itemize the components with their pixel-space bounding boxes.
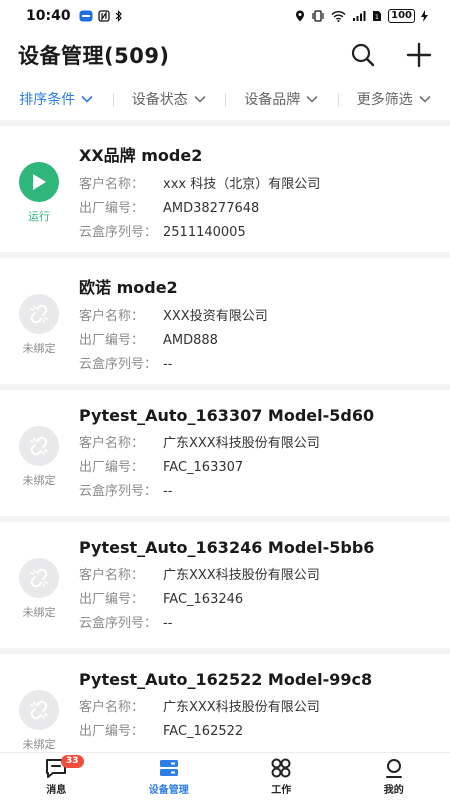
device-name: 欧诺 mode2 [79, 278, 178, 297]
status-bar: 10:40 1 100 [0, 0, 450, 32]
customer-row: 客户名称： 广东XXX科技股份有限公司 [79, 696, 440, 720]
message-count-badge: 33 [61, 755, 84, 768]
cloud-sn-row: 云盒序列号： -- [79, 612, 440, 636]
app-notification-icon [79, 10, 93, 22]
device-name: Pytest_Auto_163307 Model-5d60 [79, 406, 375, 425]
work-grid-icon [271, 758, 291, 778]
unlink-icon [30, 700, 48, 720]
customer-row: 客户名称： XXX投资有限公司 [79, 305, 440, 329]
factory-no-row: 出厂编号： AMD888 [79, 329, 440, 353]
device-card[interactable]: 运行 XX品牌 mode2 客户名称： xxx 科技（北京）有限公司 出厂编号：… [0, 126, 450, 252]
device-name: Pytest_Auto_162522 Model-99c8 [79, 670, 373, 689]
profile-icon [385, 759, 402, 778]
wifi-icon [331, 11, 346, 22]
cloud-sn-row: 云盒序列号： -- [79, 353, 440, 377]
customer-name: xxx 科技（北京）有限公司 [163, 177, 321, 192]
chevron-down-icon [194, 95, 206, 103]
customer-name: 广东XXX科技股份有限公司 [163, 700, 320, 715]
status-label: 未绑定 [22, 342, 56, 355]
signal-icon [353, 11, 366, 21]
status-label: 未绑定 [22, 738, 56, 751]
sim-icon: 1 [373, 11, 382, 21]
device-status-badge[interactable]: 未绑定 [18, 294, 60, 356]
tab-messages[interactable]: 33 消息 [0, 753, 113, 800]
factory-no-row: 出厂编号： FAC_163246 [79, 588, 440, 612]
customer-name: XXX投资有限公司 [163, 309, 268, 324]
status-time: 10:40 [26, 8, 71, 24]
battery-level: 100 [388, 9, 415, 23]
customer-name: 广东XXX科技股份有限公司 [163, 436, 320, 451]
svg-text:1: 1 [375, 14, 379, 21]
factory-no: FAC_163307 [163, 460, 244, 475]
device-status-badge[interactable]: 运行 [18, 162, 60, 224]
location-icon [296, 10, 305, 22]
device-card[interactable]: 未绑定 欧诺 mode2 客户名称： XXX投资有限公司 出厂编号： AMD88… [0, 258, 450, 384]
factory-no: FAC_163246 [163, 592, 244, 607]
cloud-sn: -- [163, 616, 173, 631]
add-device-icon[interactable] [406, 42, 432, 68]
factory-no-row: 出厂编号： AMD38277648 [79, 197, 440, 221]
customer-row: 客户名称： xxx 科技（北京）有限公司 [79, 173, 440, 197]
charging-icon [421, 10, 428, 22]
play-icon [33, 174, 46, 190]
filter-bar: 排序条件 设备状态 设备品牌 更多筛选 [0, 78, 450, 120]
cloud-sn: 2511140005 [163, 225, 246, 240]
factory-no: FAC_162522 [163, 724, 244, 739]
unlink-icon [30, 436, 48, 456]
app-header: 设备管理(509) [0, 32, 450, 78]
page-title: 设备管理(509) [18, 44, 170, 68]
bottom-tab-bar: 33 消息 设备管理 工作 我的 [0, 752, 450, 800]
bluetooth-icon [115, 10, 122, 22]
tab-device-management[interactable]: 设备管理 [113, 753, 226, 800]
tab-work[interactable]: 工作 [225, 753, 338, 800]
status-label: 未绑定 [22, 474, 56, 487]
chevron-down-icon [306, 95, 318, 103]
filter-more[interactable]: 更多筛选 [337, 89, 450, 109]
chevron-down-icon [419, 95, 431, 103]
unlink-icon [30, 568, 48, 588]
customer-row: 客户名称： 广东XXX科技股份有限公司 [79, 432, 440, 456]
factory-no-row: 出厂编号： FAC_162522 [79, 720, 440, 744]
device-status-badge[interactable]: 未绑定 [18, 426, 60, 488]
device-status-badge[interactable]: 未绑定 [18, 690, 60, 752]
device-card[interactable]: 未绑定 Pytest_Auto_163246 Model-5bb6 客户名称： … [0, 522, 450, 648]
chevron-down-icon [81, 95, 93, 103]
status-label: 未绑定 [22, 606, 56, 619]
cloud-sn: -- [163, 357, 173, 372]
customer-name: 广东XXX科技股份有限公司 [163, 568, 320, 583]
device-card[interactable]: 未绑定 Pytest_Auto_163307 Model-5d60 客户名称： … [0, 390, 450, 516]
filter-device-status[interactable]: 设备状态 [112, 89, 226, 109]
device-name: Pytest_Auto_163246 Model-5bb6 [79, 538, 375, 557]
customer-row: 客户名称： 广东XXX科技股份有限公司 [79, 564, 440, 588]
cloud-sn: -- [163, 484, 173, 499]
device-name: XX品牌 mode2 [79, 146, 203, 165]
factory-no: AMD38277648 [163, 201, 260, 216]
status-label: 运行 [28, 210, 50, 223]
factory-no-row: 出厂编号： FAC_163307 [79, 456, 440, 480]
nfc-icon [97, 10, 110, 22]
filter-sort[interactable]: 排序条件 [0, 89, 113, 109]
factory-no: AMD888 [163, 333, 218, 348]
device-status-badge[interactable]: 未绑定 [18, 558, 60, 620]
vibrate-icon [312, 10, 324, 22]
device-management-icon [159, 760, 178, 776]
device-list: 运行 XX品牌 mode2 客户名称： xxx 科技（北京）有限公司 出厂编号：… [0, 126, 450, 786]
filter-device-brand[interactable]: 设备品牌 [225, 89, 338, 109]
unlink-icon [30, 304, 48, 324]
cloud-sn-row: 云盒序列号： 2511140005 [79, 221, 440, 245]
search-icon[interactable] [350, 42, 376, 68]
cloud-sn-row: 云盒序列号： -- [79, 480, 440, 504]
tab-mine[interactable]: 我的 [338, 753, 450, 800]
